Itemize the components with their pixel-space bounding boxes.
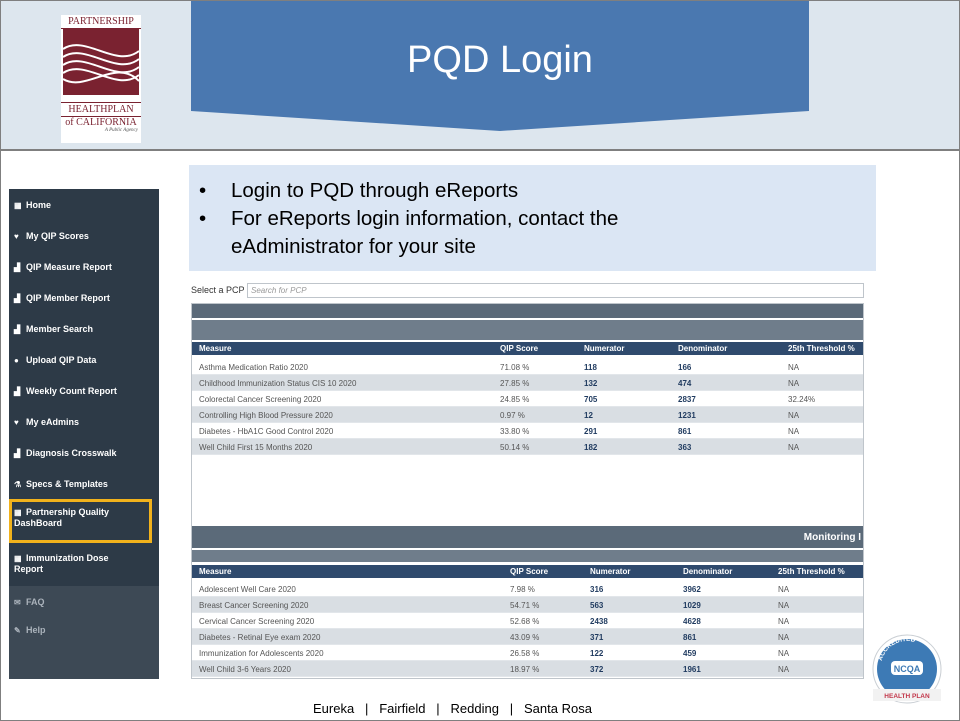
table-row[interactable]: Asthma Medication Ratio 2020 71.08 % 118 16… — [192, 359, 863, 375]
bar-chart-icon: ▟ — [14, 294, 21, 303]
badge-bottom-text: HEALTH PLAN — [884, 693, 930, 700]
bar-chart-icon: ▟ — [14, 449, 21, 458]
sidebar-item-help[interactable]: ✎ Help — [9, 625, 159, 636]
col-threshold[interactable]: 25th Threshold % — [778, 567, 845, 576]
bar-chart-icon: ▟ — [14, 325, 21, 334]
logo-line1: PARTNERSHIP — [61, 15, 141, 29]
monitoring-banner: Monitoring I — [192, 526, 863, 548]
header-divider — [1, 149, 959, 151]
flask-icon: ⚗ — [14, 480, 22, 489]
badge-center-text: NCQA — [894, 664, 921, 674]
grid-icon: ▦ — [14, 201, 22, 210]
table1-banner — [192, 320, 863, 340]
col-threshold[interactable]: 25th Threshold % — [788, 344, 855, 353]
table-row[interactable]: Immunization for Adolescents 2020 26.58 %… — [192, 645, 863, 661]
edit-icon: ✎ — [14, 626, 21, 635]
logo-tagline: A Public Agency — [104, 128, 138, 133]
bar-chart-icon: ▟ — [14, 387, 21, 396]
table1-toolbar — [192, 304, 863, 318]
sidebar-item-immunization-dose-report[interactable]: ▦ Immunization Dose Report — [9, 553, 159, 575]
grid-icon: ▦ — [14, 554, 22, 563]
col-numerator[interactable]: Numerator — [584, 344, 624, 353]
table-row[interactable]: Breast Cancer Screening 2020 54.71 % 563 10… — [192, 597, 863, 613]
table-row[interactable]: Colorectal Cancer Screening 2020 24.85 % 7… — [192, 391, 863, 407]
heart-icon: ♥ — [14, 232, 19, 241]
sidebar-item-weekly-count-report[interactable]: ▟ Weekly Count Report — [9, 386, 159, 397]
slide: PARTNERSHIP HEALTHPLAN of CALIFORNIA A P… — [0, 0, 960, 721]
highlight-box — [9, 499, 152, 543]
sidebar-item-upload-qip-data[interactable]: ● Upload QIP Data — [9, 355, 159, 366]
dashboard-panel: Measure QIP Score Numerator Denominator … — [191, 303, 864, 679]
sidebar-item-my-eadmins[interactable]: ♥ My eAdmins — [9, 417, 159, 428]
monitoring-title: Monitoring I — [803, 532, 861, 543]
upload-icon: ● — [14, 356, 19, 365]
table2-toolbar — [192, 550, 863, 562]
col-qip-score[interactable]: QIP Score — [500, 344, 538, 353]
table2-header: Measure QIP Score Numerator Denominator … — [192, 565, 863, 578]
heart-icon: ♥ — [14, 418, 19, 427]
sidebar-item-qip-member-report[interactable]: ▟ QIP Member Report — [9, 293, 159, 304]
sidebar-item-my-qip-scores[interactable]: ♥ My QIP Scores — [9, 231, 159, 242]
table-row[interactable]: Childhood Immunization Status CIS 10 202… — [192, 375, 863, 391]
table-row[interactable]: Well Child 3-6 Years 2020 18.97 % 372 1961 N… — [192, 661, 863, 677]
table-row[interactable]: Diabetes - Retinal Eye exam 2020 43.09 % 3… — [192, 629, 863, 645]
sidebar-item-member-search[interactable]: ▟ Member Search — [9, 324, 159, 335]
col-measure[interactable]: Measure — [199, 344, 231, 353]
sidebar-item-diagnosis-crosswalk[interactable]: ▟ Diagnosis Crosswalk — [9, 448, 159, 459]
table-row[interactable]: Controlling High Blood Pressure 2020 0.97… — [192, 407, 863, 423]
page-title: PQD Login — [407, 39, 593, 81]
table-row[interactable]: Diabetes - HbA1C Good Control 2020 33.80 … — [192, 423, 863, 439]
table1-header: Measure QIP Score Numerator Denominator … — [192, 342, 863, 355]
col-numerator[interactable]: Numerator — [590, 567, 630, 576]
pcp-search-input[interactable]: Search for PCP — [247, 283, 864, 298]
logo-line3: of CALIFORNIA — [65, 117, 137, 128]
sidebar-item-qip-measure-report[interactable]: ▟ QIP Measure Report — [9, 262, 159, 273]
table-row[interactable]: Well Child First 15 Months 2020 50.14 % 18… — [192, 439, 863, 455]
table-row[interactable]: Cervical Cancer Screening 2020 52.68 % 243… — [192, 613, 863, 629]
col-measure[interactable]: Measure — [199, 567, 231, 576]
sidebar-item-specs-templates[interactable]: ⚗ Specs & Templates — [9, 479, 159, 490]
ncqa-badge-icon: ACCREDITED NCQA HEALTH PLAN — [872, 634, 942, 704]
mail-icon: ✉ — [14, 598, 21, 607]
col-denominator[interactable]: Denominator — [678, 344, 727, 353]
col-denominator[interactable]: Denominator — [683, 567, 732, 576]
bar-chart-icon: ▟ — [14, 263, 21, 272]
footer-locations: Eureka | Fairfield | Redding | Santa Ros… — [313, 701, 592, 716]
sidebar-nav: ▦ Home ♥ My QIP Scores ▟ QIP Measure Report… — [9, 189, 159, 679]
logo-line2: HEALTHPLAN — [61, 102, 141, 117]
logo-emblem-icon — [62, 29, 140, 95]
partnership-logo: PARTNERSHIP HEALTHPLAN of CALIFORNIA A P… — [61, 15, 141, 143]
table-row[interactable]: Adolescent Well Care 2020 7.98 % 316 3962 NA — [192, 581, 863, 597]
pcp-label: Select a PCP — [191, 285, 245, 295]
sidebar-item-home[interactable]: ▦ Home — [9, 200, 159, 211]
sidebar-item-faq[interactable]: ✉ FAQ — [9, 597, 159, 608]
col-qip-score[interactable]: QIP Score — [510, 567, 548, 576]
